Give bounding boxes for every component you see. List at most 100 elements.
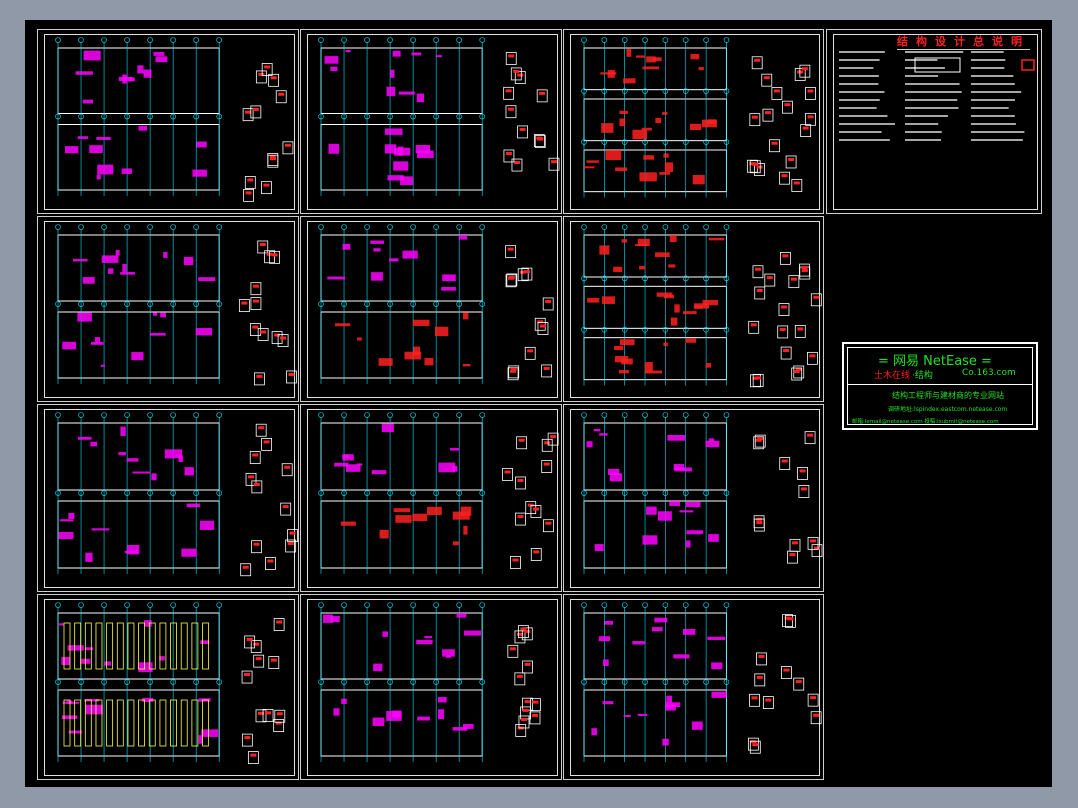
window	[127, 622, 135, 670]
drawing-sheet-s6[interactable]	[300, 216, 562, 402]
drawing-sheet-s2[interactable]	[300, 29, 562, 214]
drawing-sheet-s9[interactable]	[300, 404, 562, 592]
member	[108, 268, 114, 274]
section-rebar	[258, 426, 265, 430]
axis-bubble	[703, 412, 709, 418]
section-detail	[746, 159, 758, 173]
section-rebar	[267, 559, 274, 563]
section-rebar	[248, 475, 255, 479]
section-rebar	[791, 541, 798, 545]
member	[370, 240, 384, 244]
window	[127, 699, 135, 747]
section-detail	[262, 708, 274, 722]
member	[698, 66, 704, 71]
section-rebar	[807, 433, 814, 437]
section-rebar	[517, 515, 524, 519]
member	[644, 362, 653, 372]
section-rebar	[265, 711, 272, 715]
drawing-sheet-s5[interactable]	[37, 216, 299, 402]
axis-bubble	[479, 602, 485, 608]
section-rebar	[795, 680, 802, 684]
outline	[320, 612, 483, 680]
member	[637, 238, 650, 246]
section-detail	[505, 245, 517, 259]
member	[389, 258, 399, 262]
member	[124, 550, 138, 554]
axis-bubble	[433, 412, 439, 418]
section-rebar	[241, 301, 248, 305]
section-rebar	[289, 531, 296, 535]
section-detail	[761, 73, 773, 87]
drawing-sheet-s10[interactable]	[563, 404, 824, 592]
section-rebar	[284, 143, 291, 147]
section-detail	[255, 70, 267, 84]
section-rebar	[532, 507, 539, 511]
drawing-sheet-s11[interactable]	[37, 594, 299, 780]
contact-line-1: 调研地址:lspindex.eastcom.netease.com	[888, 406, 1008, 413]
section-detail	[507, 644, 519, 658]
section-rebar	[764, 111, 771, 115]
drawing-canvas[interactable]: 结构设计总说明 = 网易 NetEase = 土木在线 ·结构 Co.163.c…	[25, 20, 1052, 787]
axis-bubble	[621, 37, 628, 43]
axis-bubble	[124, 602, 130, 608]
section-rebar	[270, 76, 277, 80]
section-detail	[521, 267, 533, 281]
axis-bubble	[318, 224, 324, 230]
section-rebar	[507, 247, 514, 251]
member	[400, 176, 413, 186]
axis-bubble	[642, 412, 648, 418]
section-rebar	[757, 437, 764, 441]
member	[614, 345, 624, 350]
brand-text: = 网易 NetEase =	[878, 354, 992, 369]
member	[685, 338, 697, 343]
member	[652, 57, 662, 62]
netease-stamp: = 网易 NetEase = 土木在线 ·结构 Co.163.com 结构工程师…	[842, 342, 1038, 430]
member	[679, 510, 694, 513]
drawing-sheet-s13[interactable]	[563, 594, 824, 780]
member	[104, 661, 112, 666]
axis-bubble	[55, 602, 61, 608]
sheet-drawing	[318, 602, 541, 762]
member	[77, 312, 92, 322]
title-block-heading: 结构设计总说明	[897, 35, 1030, 50]
sheet-drawing	[318, 224, 554, 384]
section-detail	[752, 265, 764, 279]
member	[392, 710, 402, 718]
member	[163, 251, 168, 258]
drawing-sheet-s12[interactable]	[300, 594, 562, 780]
section-rebar	[271, 253, 278, 257]
section-detail	[240, 563, 252, 577]
section-rebar	[766, 276, 773, 280]
axis-bubble	[55, 412, 61, 418]
member	[404, 351, 422, 360]
section-detail	[281, 463, 293, 477]
member	[618, 369, 630, 374]
drawing-sheet-s4[interactable]: 结构设计总说明	[826, 29, 1042, 214]
section-rebar	[771, 141, 778, 145]
outline	[57, 422, 220, 491]
window	[63, 699, 71, 747]
member	[85, 552, 93, 562]
section-rebar	[516, 674, 523, 678]
axis-bubble	[642, 224, 648, 230]
member	[686, 540, 691, 548]
outline	[583, 689, 727, 757]
drawing-sheet-s7[interactable]	[563, 216, 824, 402]
domain-text: Co.163.com	[962, 368, 1016, 378]
drawing-sheet-s1[interactable]	[37, 29, 299, 214]
drawing-sheet-s3[interactable]	[563, 29, 824, 214]
member	[97, 164, 114, 175]
section-detail	[782, 614, 793, 628]
section-rebar	[244, 673, 251, 677]
drawing-sheet-s8[interactable]	[37, 404, 299, 592]
member	[160, 312, 167, 318]
section-rebar	[284, 465, 291, 469]
axis-bubble	[124, 37, 130, 43]
axis-bubble	[78, 602, 84, 608]
member	[382, 631, 389, 637]
member	[601, 123, 614, 133]
section-detail	[536, 89, 548, 103]
axis-bubble	[723, 37, 730, 43]
member	[390, 69, 395, 78]
axis-bubble	[456, 412, 462, 418]
